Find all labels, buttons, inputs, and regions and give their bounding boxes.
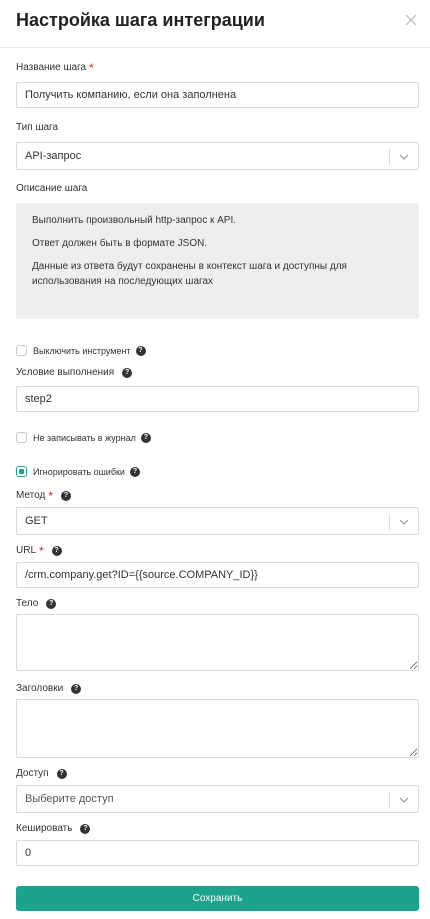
step-name-input[interactable] (16, 82, 419, 108)
body-textarea[interactable] (16, 614, 419, 671)
disable-tool-row: Выключить инструмент ? (16, 345, 146, 356)
required-marker: * (89, 60, 94, 75)
cache-label: Кешировать? (16, 823, 91, 834)
body-label: Тело? (16, 598, 57, 609)
help-icon[interactable]: ? (135, 345, 146, 356)
help-icon[interactable]: ? (140, 432, 151, 443)
step-type-value: API-запрос (25, 150, 82, 162)
step-description-label: Описание шага (16, 183, 88, 194)
method-label: Метод *? (16, 488, 71, 503)
chevron-down-icon (399, 154, 409, 160)
help-icon[interactable]: ? (61, 490, 71, 501)
access-placeholder: Выберите доступ (25, 793, 114, 805)
chevron-down-icon (399, 797, 409, 803)
description-line: Данные из ответа будут сохранены в конте… (32, 261, 347, 287)
ignore-errors-checkbox[interactable] (16, 466, 27, 477)
no-log-checkbox[interactable] (16, 432, 27, 443)
chevron-down-icon (399, 519, 409, 525)
headers-textarea[interactable] (16, 699, 419, 758)
ignore-errors-label: Игнорировать ошибки (33, 466, 125, 477)
page-title: Настройка шага интеграции (16, 10, 265, 30)
step-description-box: Выполнить произвольный http-запрос к API… (16, 203, 419, 319)
help-icon[interactable]: ? (80, 823, 91, 834)
help-icon[interactable]: ? (46, 598, 57, 609)
ignore-errors-row: Игнорировать ошибки ? (16, 466, 140, 477)
access-label: Доступ? (16, 768, 67, 779)
no-log-row: Не записывать в журнал ? (16, 432, 151, 443)
step-name-label: Название шага * (16, 60, 94, 75)
select-divider (389, 792, 390, 808)
condition-input[interactable] (16, 386, 419, 412)
url-input[interactable] (16, 562, 419, 588)
help-icon[interactable]: ? (56, 768, 67, 779)
required-marker: * (48, 488, 53, 503)
select-divider (389, 514, 390, 530)
disable-tool-checkbox[interactable] (16, 345, 27, 356)
required-marker: * (39, 543, 44, 558)
method-select[interactable]: GET (16, 507, 419, 535)
help-icon[interactable]: ? (51, 545, 62, 556)
save-button[interactable]: Сохранить (16, 886, 419, 911)
url-label: URL *? (16, 543, 62, 558)
modal-header: Настройка шага интеграции (0, 0, 430, 48)
close-icon[interactable] (402, 11, 420, 29)
disable-tool-label: Выключить инструмент (33, 345, 131, 356)
description-line: Ответ должен быть в формате JSON. (32, 238, 208, 249)
help-icon[interactable]: ? (122, 367, 133, 378)
cache-input[interactable] (16, 840, 419, 866)
select-divider (389, 149, 390, 165)
no-log-label: Не записывать в журнал (33, 432, 136, 443)
access-select[interactable]: Выберите доступ (16, 785, 419, 813)
step-type-select[interactable]: API-запрос (16, 142, 419, 170)
help-icon[interactable]: ? (129, 466, 140, 477)
headers-label: Заголовки? (16, 683, 82, 694)
help-icon[interactable]: ? (71, 683, 82, 694)
condition-label: Условие выполнения? (16, 367, 133, 378)
step-type-label: Тип шага (16, 122, 59, 133)
description-line: Выполнить произвольный http-запрос к API… (32, 215, 237, 226)
method-value: GET (25, 515, 48, 527)
